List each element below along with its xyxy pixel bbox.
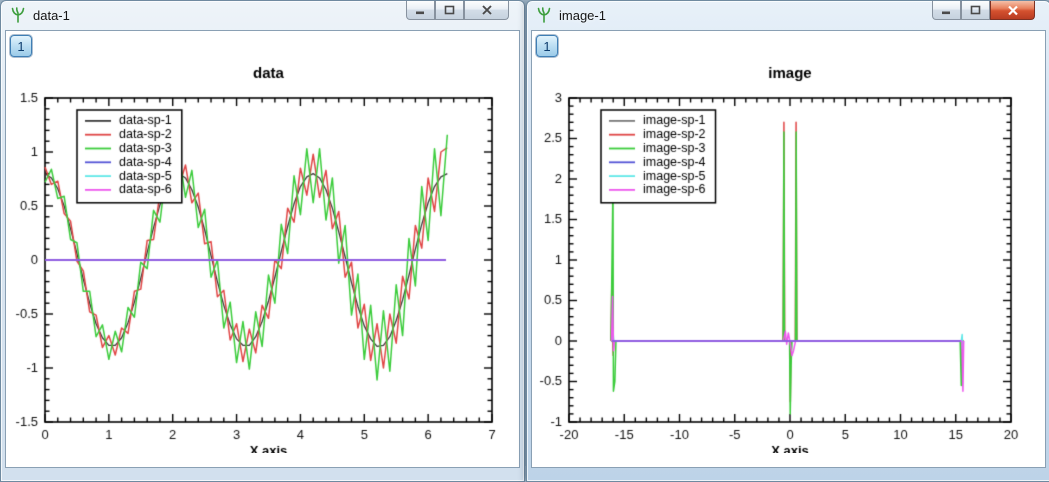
minimize-icon bbox=[415, 6, 426, 15]
close-button[interactable] bbox=[464, 1, 509, 20]
maximize-icon bbox=[444, 5, 455, 15]
maximize-button[interactable] bbox=[961, 1, 990, 20]
close-button[interactable] bbox=[990, 1, 1035, 20]
minimize-icon bbox=[941, 6, 952, 15]
data-plot-canvas[interactable] bbox=[6, 31, 520, 453]
graph-tab-1-button[interactable]: 1 bbox=[536, 35, 558, 57]
window-image-1: image-1 1 bbox=[526, 0, 1049, 482]
window-title: data-1 bbox=[33, 8, 70, 23]
minimize-button[interactable] bbox=[406, 1, 435, 20]
maximize-icon bbox=[970, 5, 981, 15]
grace-plant-icon bbox=[10, 7, 26, 23]
maximize-button[interactable] bbox=[435, 1, 464, 20]
grace-plant-icon bbox=[536, 7, 552, 23]
window-controls bbox=[406, 1, 509, 20]
minimize-button[interactable] bbox=[932, 1, 961, 20]
image-plot-canvas[interactable] bbox=[532, 31, 1046, 453]
close-icon bbox=[1006, 5, 1020, 16]
window-title: image-1 bbox=[559, 8, 606, 23]
window-controls bbox=[932, 1, 1035, 20]
graph-area-image: 1 bbox=[531, 30, 1046, 468]
desktop: { "desktop": {"background_color": "#a8bc… bbox=[0, 0, 1049, 466]
window-data-1: data-1 1 bbox=[0, 0, 525, 482]
close-icon bbox=[481, 5, 493, 15]
titlebar-image-1[interactable]: image-1 bbox=[527, 1, 1049, 29]
titlebar-data-1[interactable]: data-1 bbox=[1, 1, 524, 29]
graph-tab-1-button[interactable]: 1 bbox=[10, 35, 32, 57]
graph-area-data: 1 bbox=[5, 30, 520, 468]
